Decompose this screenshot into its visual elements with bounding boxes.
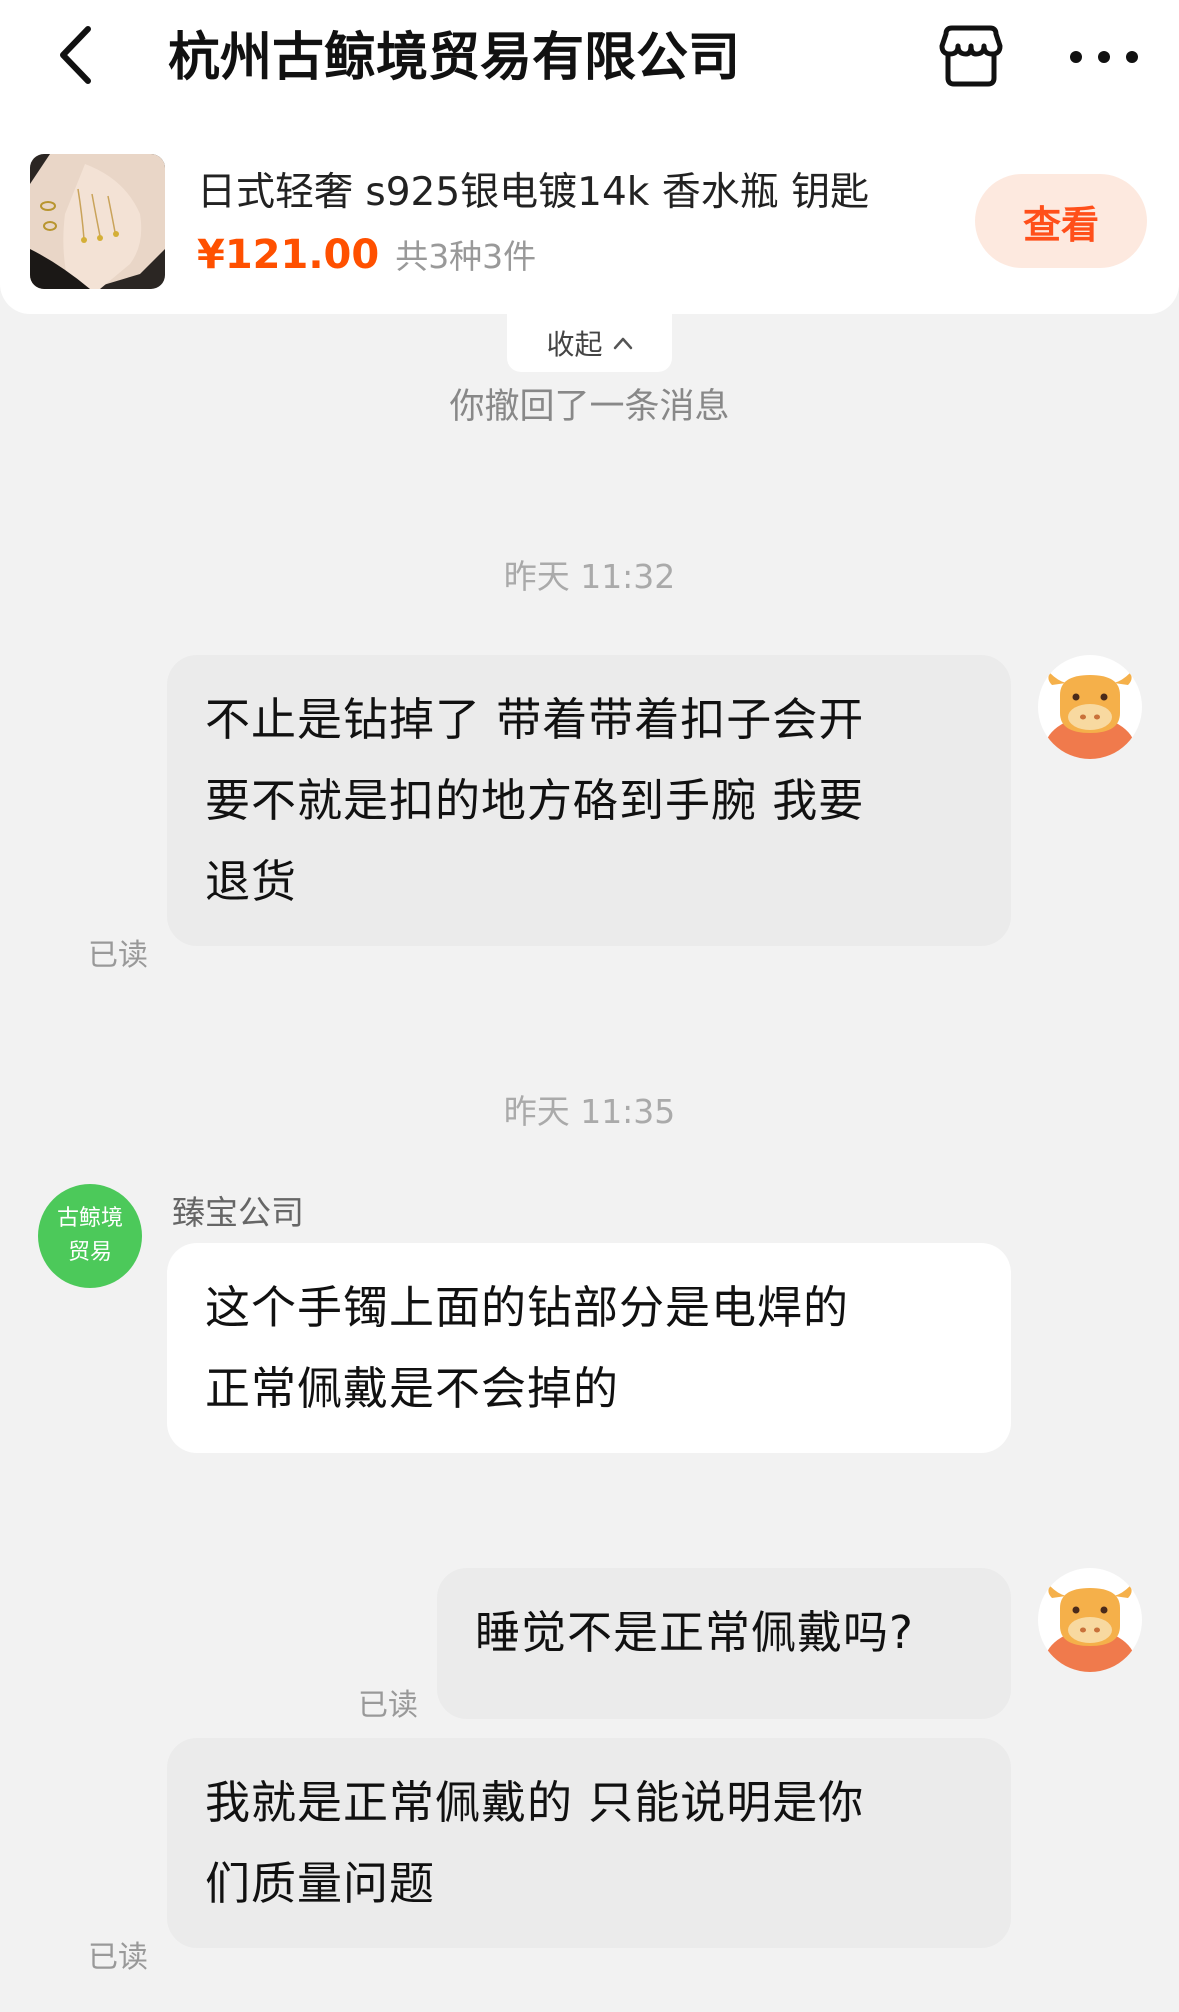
cow-avatar-icon bbox=[1044, 673, 1136, 759]
message-line: 睡觉不是正常佩戴吗? bbox=[475, 1606, 914, 1659]
message-line: 退货 bbox=[205, 855, 298, 908]
cow-avatar-icon bbox=[1044, 1586, 1136, 1672]
collapse-button[interactable]: 收起 bbox=[507, 314, 672, 372]
product-thumbnail[interactable] bbox=[30, 154, 165, 289]
chevron-up-icon bbox=[613, 336, 633, 350]
read-status: 已读 bbox=[358, 1688, 418, 1723]
message-line: 正常佩戴是不会掉的 bbox=[205, 1362, 620, 1415]
read-status: 已读 bbox=[88, 938, 148, 973]
message-line: 我就是正常佩戴的 只能说明是你 bbox=[205, 1776, 865, 1829]
user-avatar[interactable] bbox=[1038, 1568, 1142, 1672]
sender-name: 臻宝公司 bbox=[172, 1193, 304, 1232]
product-card[interactable]: 日式轻奢 s925银电镀14k 香水瓶 钥匙 ¥121.00 共3种3件 查看 bbox=[0, 118, 1179, 314]
shop-avatar-text: 古鲸境 bbox=[56, 1206, 123, 1231]
message-line: 不止是钻掉了 带着带着扣子会开 bbox=[205, 693, 865, 746]
more-horizontal-icon bbox=[1069, 49, 1139, 68]
chevron-left-icon bbox=[55, 24, 95, 90]
page-title: 杭州古鲸境贸易有限公司 bbox=[168, 28, 741, 88]
message-bubble[interactable]: 不止是钻掉了 带着带着扣子会开 要不就是扣的地方硌到手腕 我要 退货 bbox=[167, 655, 1011, 946]
message-timestamp: 昨天 11:32 bbox=[503, 557, 676, 596]
more-options-button[interactable] bbox=[1062, 22, 1146, 94]
message-bubble[interactable]: 我就是正常佩戴的 只能说明是你 们质量问题 bbox=[167, 1738, 1011, 1948]
message-line: 们质量问题 bbox=[205, 1857, 436, 1910]
recall-notice: 你撤回了一条消息 bbox=[449, 387, 730, 427]
message-bubble[interactable]: 这个手镯上面的钻部分是电焊的 正常佩戴是不会掉的 bbox=[167, 1243, 1011, 1453]
message-bubble[interactable]: 睡觉不是正常佩戴吗? bbox=[437, 1568, 1011, 1719]
product-title: 日式轻奢 s925银电镀14k 香水瓶 钥匙 bbox=[197, 170, 870, 215]
read-status: 已读 bbox=[88, 1940, 148, 1975]
user-avatar[interactable] bbox=[1038, 655, 1142, 759]
view-product-button[interactable]: 查看 bbox=[975, 174, 1147, 268]
product-price-row: ¥121.00 共3种3件 bbox=[197, 230, 536, 278]
back-button[interactable] bbox=[42, 20, 108, 94]
top-nav-bar: 杭州古鲸境贸易有限公司 bbox=[0, 0, 1179, 118]
shop-avatar-text: 贸易 bbox=[67, 1240, 112, 1265]
store-icon bbox=[938, 24, 1004, 92]
message-line: 要不就是扣的地方硌到手腕 我要 bbox=[205, 774, 865, 827]
store-button[interactable] bbox=[935, 22, 1007, 94]
message-timestamp: 昨天 11:35 bbox=[503, 1092, 676, 1131]
shop-avatar[interactable]: 古鲸境 贸易 bbox=[38, 1184, 142, 1288]
collapse-label: 收起 bbox=[546, 328, 603, 361]
message-line: 这个手镯上面的钻部分是电焊的 bbox=[205, 1281, 850, 1334]
product-price: ¥121.00 bbox=[197, 232, 380, 278]
product-quantity: 共3种3件 bbox=[395, 237, 537, 276]
